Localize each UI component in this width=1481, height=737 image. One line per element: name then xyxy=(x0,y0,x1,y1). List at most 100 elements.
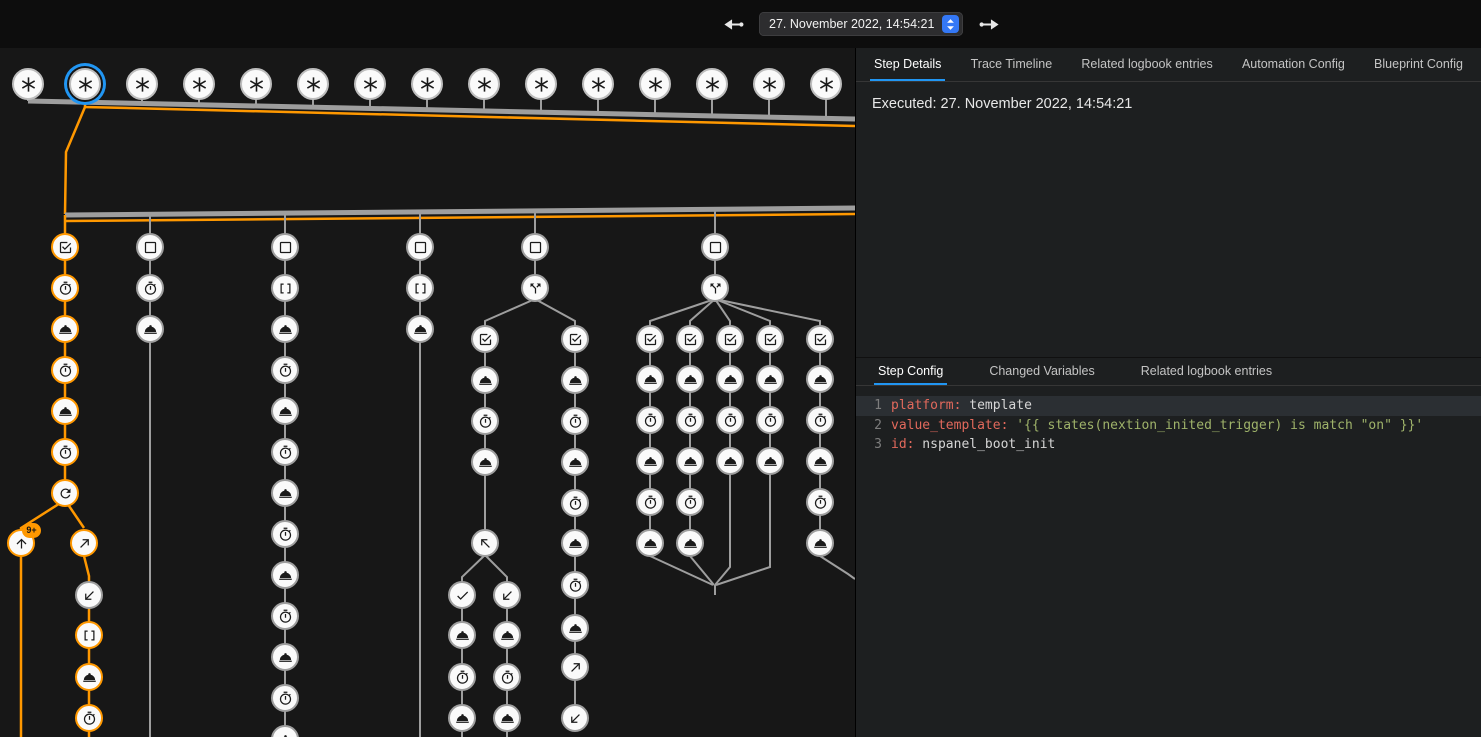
bell-node[interactable] xyxy=(75,663,103,691)
checkbox-node[interactable] xyxy=(716,325,744,353)
tab-blueprint-config[interactable]: Blueprint Config xyxy=(1370,48,1467,81)
checkbox-node[interactable] xyxy=(51,233,79,261)
bell-node[interactable] xyxy=(676,447,704,475)
bell-node[interactable] xyxy=(806,447,834,475)
bell-node[interactable] xyxy=(271,561,299,589)
bell-node[interactable] xyxy=(493,704,521,732)
timer-node[interactable] xyxy=(561,407,589,435)
subtab-changed-variables[interactable]: Changed Variables xyxy=(985,358,1098,385)
timer-node[interactable] xyxy=(756,406,784,434)
timer-node[interactable] xyxy=(676,488,704,516)
checkbox-node[interactable] xyxy=(471,325,499,353)
asterisk-node[interactable] xyxy=(354,68,386,100)
timer-node[interactable] xyxy=(806,488,834,516)
bell-node[interactable] xyxy=(271,643,299,671)
timer-node[interactable] xyxy=(493,663,521,691)
timer-node[interactable] xyxy=(75,704,103,732)
square-node[interactable] xyxy=(701,233,729,261)
asterisk-node[interactable] xyxy=(696,68,728,100)
bell-node[interactable] xyxy=(561,366,589,394)
bell-node[interactable] xyxy=(756,365,784,393)
timer-node[interactable] xyxy=(271,438,299,466)
bell-node[interactable] xyxy=(561,529,589,557)
asterisk-node[interactable] xyxy=(126,68,158,100)
tab-automation-config[interactable]: Automation Config xyxy=(1238,48,1349,81)
bell-node[interactable] xyxy=(716,365,744,393)
previous-run-button[interactable] xyxy=(720,11,746,37)
bell-node[interactable] xyxy=(51,315,79,343)
bell-node[interactable] xyxy=(676,529,704,557)
bell-node[interactable] xyxy=(448,621,476,649)
asterisk-node[interactable] xyxy=(810,68,842,100)
asterisk-node[interactable] xyxy=(297,68,329,100)
timer-node[interactable] xyxy=(271,520,299,548)
timer-node[interactable] xyxy=(271,684,299,712)
asterisk-node[interactable] xyxy=(411,68,443,100)
run-selector[interactable]: 27. November 2022, 14:54:21 xyxy=(759,12,963,36)
tab-trace-timeline[interactable]: Trace Timeline xyxy=(967,48,1057,81)
checkbox-node[interactable] xyxy=(806,325,834,353)
asterisk-node[interactable] xyxy=(12,68,44,100)
square-node[interactable] xyxy=(406,233,434,261)
asterisk-node[interactable] xyxy=(639,68,671,100)
tab-related-logbook-entries[interactable]: Related logbook entries xyxy=(1077,48,1216,81)
call-split-node[interactable] xyxy=(701,274,729,302)
arrow-top-left-node[interactable] xyxy=(471,529,499,557)
asterisk-node[interactable] xyxy=(183,68,215,100)
bell-node[interactable] xyxy=(493,621,521,649)
bell-node[interactable] xyxy=(471,448,499,476)
checkbox-node[interactable] xyxy=(756,325,784,353)
arrow-top-right-node[interactable] xyxy=(70,529,98,557)
timer-node[interactable] xyxy=(716,406,744,434)
subtab-related-logbook-entries[interactable]: Related logbook entries xyxy=(1137,358,1276,385)
checkbox-node[interactable] xyxy=(636,325,664,353)
timer-node[interactable] xyxy=(271,602,299,630)
timer-node[interactable] xyxy=(448,663,476,691)
bell-node[interactable] xyxy=(636,447,664,475)
bell-node[interactable] xyxy=(806,529,834,557)
asterisk-node[interactable] xyxy=(240,68,272,100)
timer-node[interactable] xyxy=(51,274,79,302)
timer-node[interactable] xyxy=(471,407,499,435)
arrow-top-right-node[interactable] xyxy=(561,653,589,681)
brackets-node[interactable] xyxy=(271,274,299,302)
timer-node[interactable] xyxy=(636,406,664,434)
arrow-bottom-left-node[interactable] xyxy=(75,581,103,609)
bell-node[interactable] xyxy=(271,397,299,425)
square-node[interactable] xyxy=(271,233,299,261)
refresh-node[interactable] xyxy=(51,479,79,507)
timer-node[interactable] xyxy=(271,356,299,384)
brackets-node[interactable] xyxy=(75,621,103,649)
asterisk-node[interactable] xyxy=(468,68,500,100)
timer-node[interactable] xyxy=(806,406,834,434)
timer-node[interactable] xyxy=(636,488,664,516)
timer-node[interactable] xyxy=(51,356,79,384)
asterisk-node[interactable] xyxy=(753,68,785,100)
arrow-bottom-left-node[interactable] xyxy=(561,704,589,732)
arrow-up-node[interactable]: 9+ xyxy=(7,529,35,557)
asterisk-node[interactable] xyxy=(525,68,557,100)
checkbox-node[interactable] xyxy=(676,325,704,353)
square-node[interactable] xyxy=(521,233,549,261)
checkbox-node[interactable] xyxy=(561,325,589,353)
timer-node[interactable] xyxy=(676,406,704,434)
asterisk-node[interactable] xyxy=(69,68,101,100)
bell-node[interactable] xyxy=(136,315,164,343)
timer-node[interactable] xyxy=(136,274,164,302)
bell-node[interactable] xyxy=(271,479,299,507)
bell-node[interactable] xyxy=(636,529,664,557)
bell-node[interactable] xyxy=(636,365,664,393)
next-run-button[interactable] xyxy=(976,11,1002,37)
bell-node[interactable] xyxy=(471,366,499,394)
bell-node[interactable] xyxy=(271,315,299,343)
square-node[interactable] xyxy=(136,233,164,261)
arrow-bottom-left-node[interactable] xyxy=(493,581,521,609)
bell-node[interactable] xyxy=(561,448,589,476)
bell-node[interactable] xyxy=(561,614,589,642)
subtab-step-config[interactable]: Step Config xyxy=(874,358,947,385)
asterisk-node[interactable] xyxy=(582,68,614,100)
bell-node[interactable] xyxy=(448,704,476,732)
bell-node[interactable] xyxy=(716,447,744,475)
bell-node[interactable] xyxy=(806,365,834,393)
tab-step-details[interactable]: Step Details xyxy=(870,48,945,81)
